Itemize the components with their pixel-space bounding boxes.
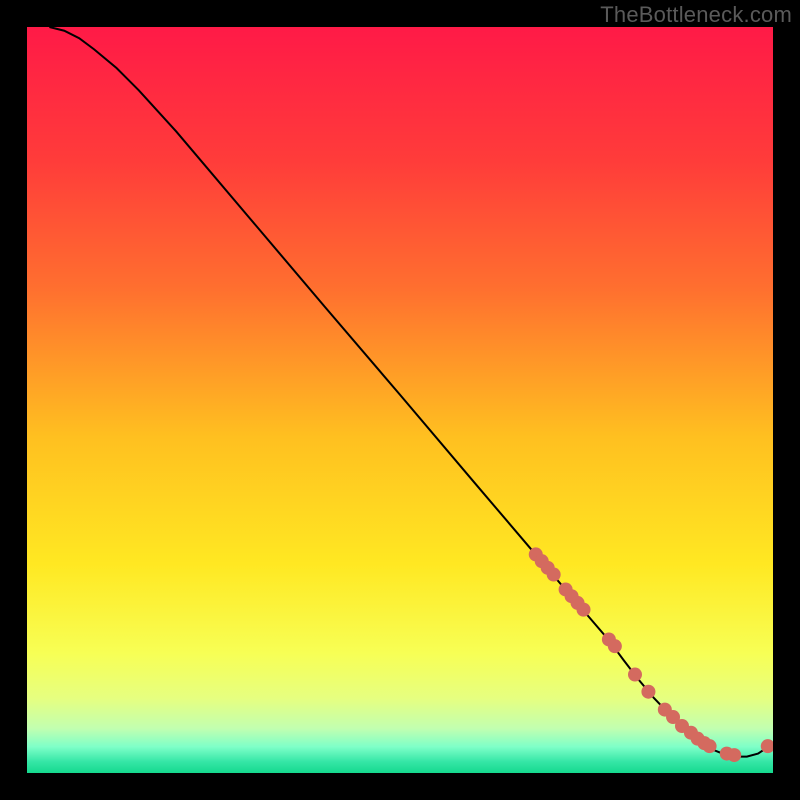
plot-area [27,27,773,773]
chart-container: TheBottleneck.com [0,0,800,800]
marker-dot [577,603,591,617]
marker-dot [628,668,642,682]
marker-dot [641,685,655,699]
marker-dot [608,639,622,653]
gradient-rect [27,27,773,773]
marker-dot [727,748,741,762]
chart-svg [27,27,773,773]
marker-dot [547,568,561,582]
watermark-text: TheBottleneck.com [600,2,792,28]
marker-dot [703,739,717,753]
